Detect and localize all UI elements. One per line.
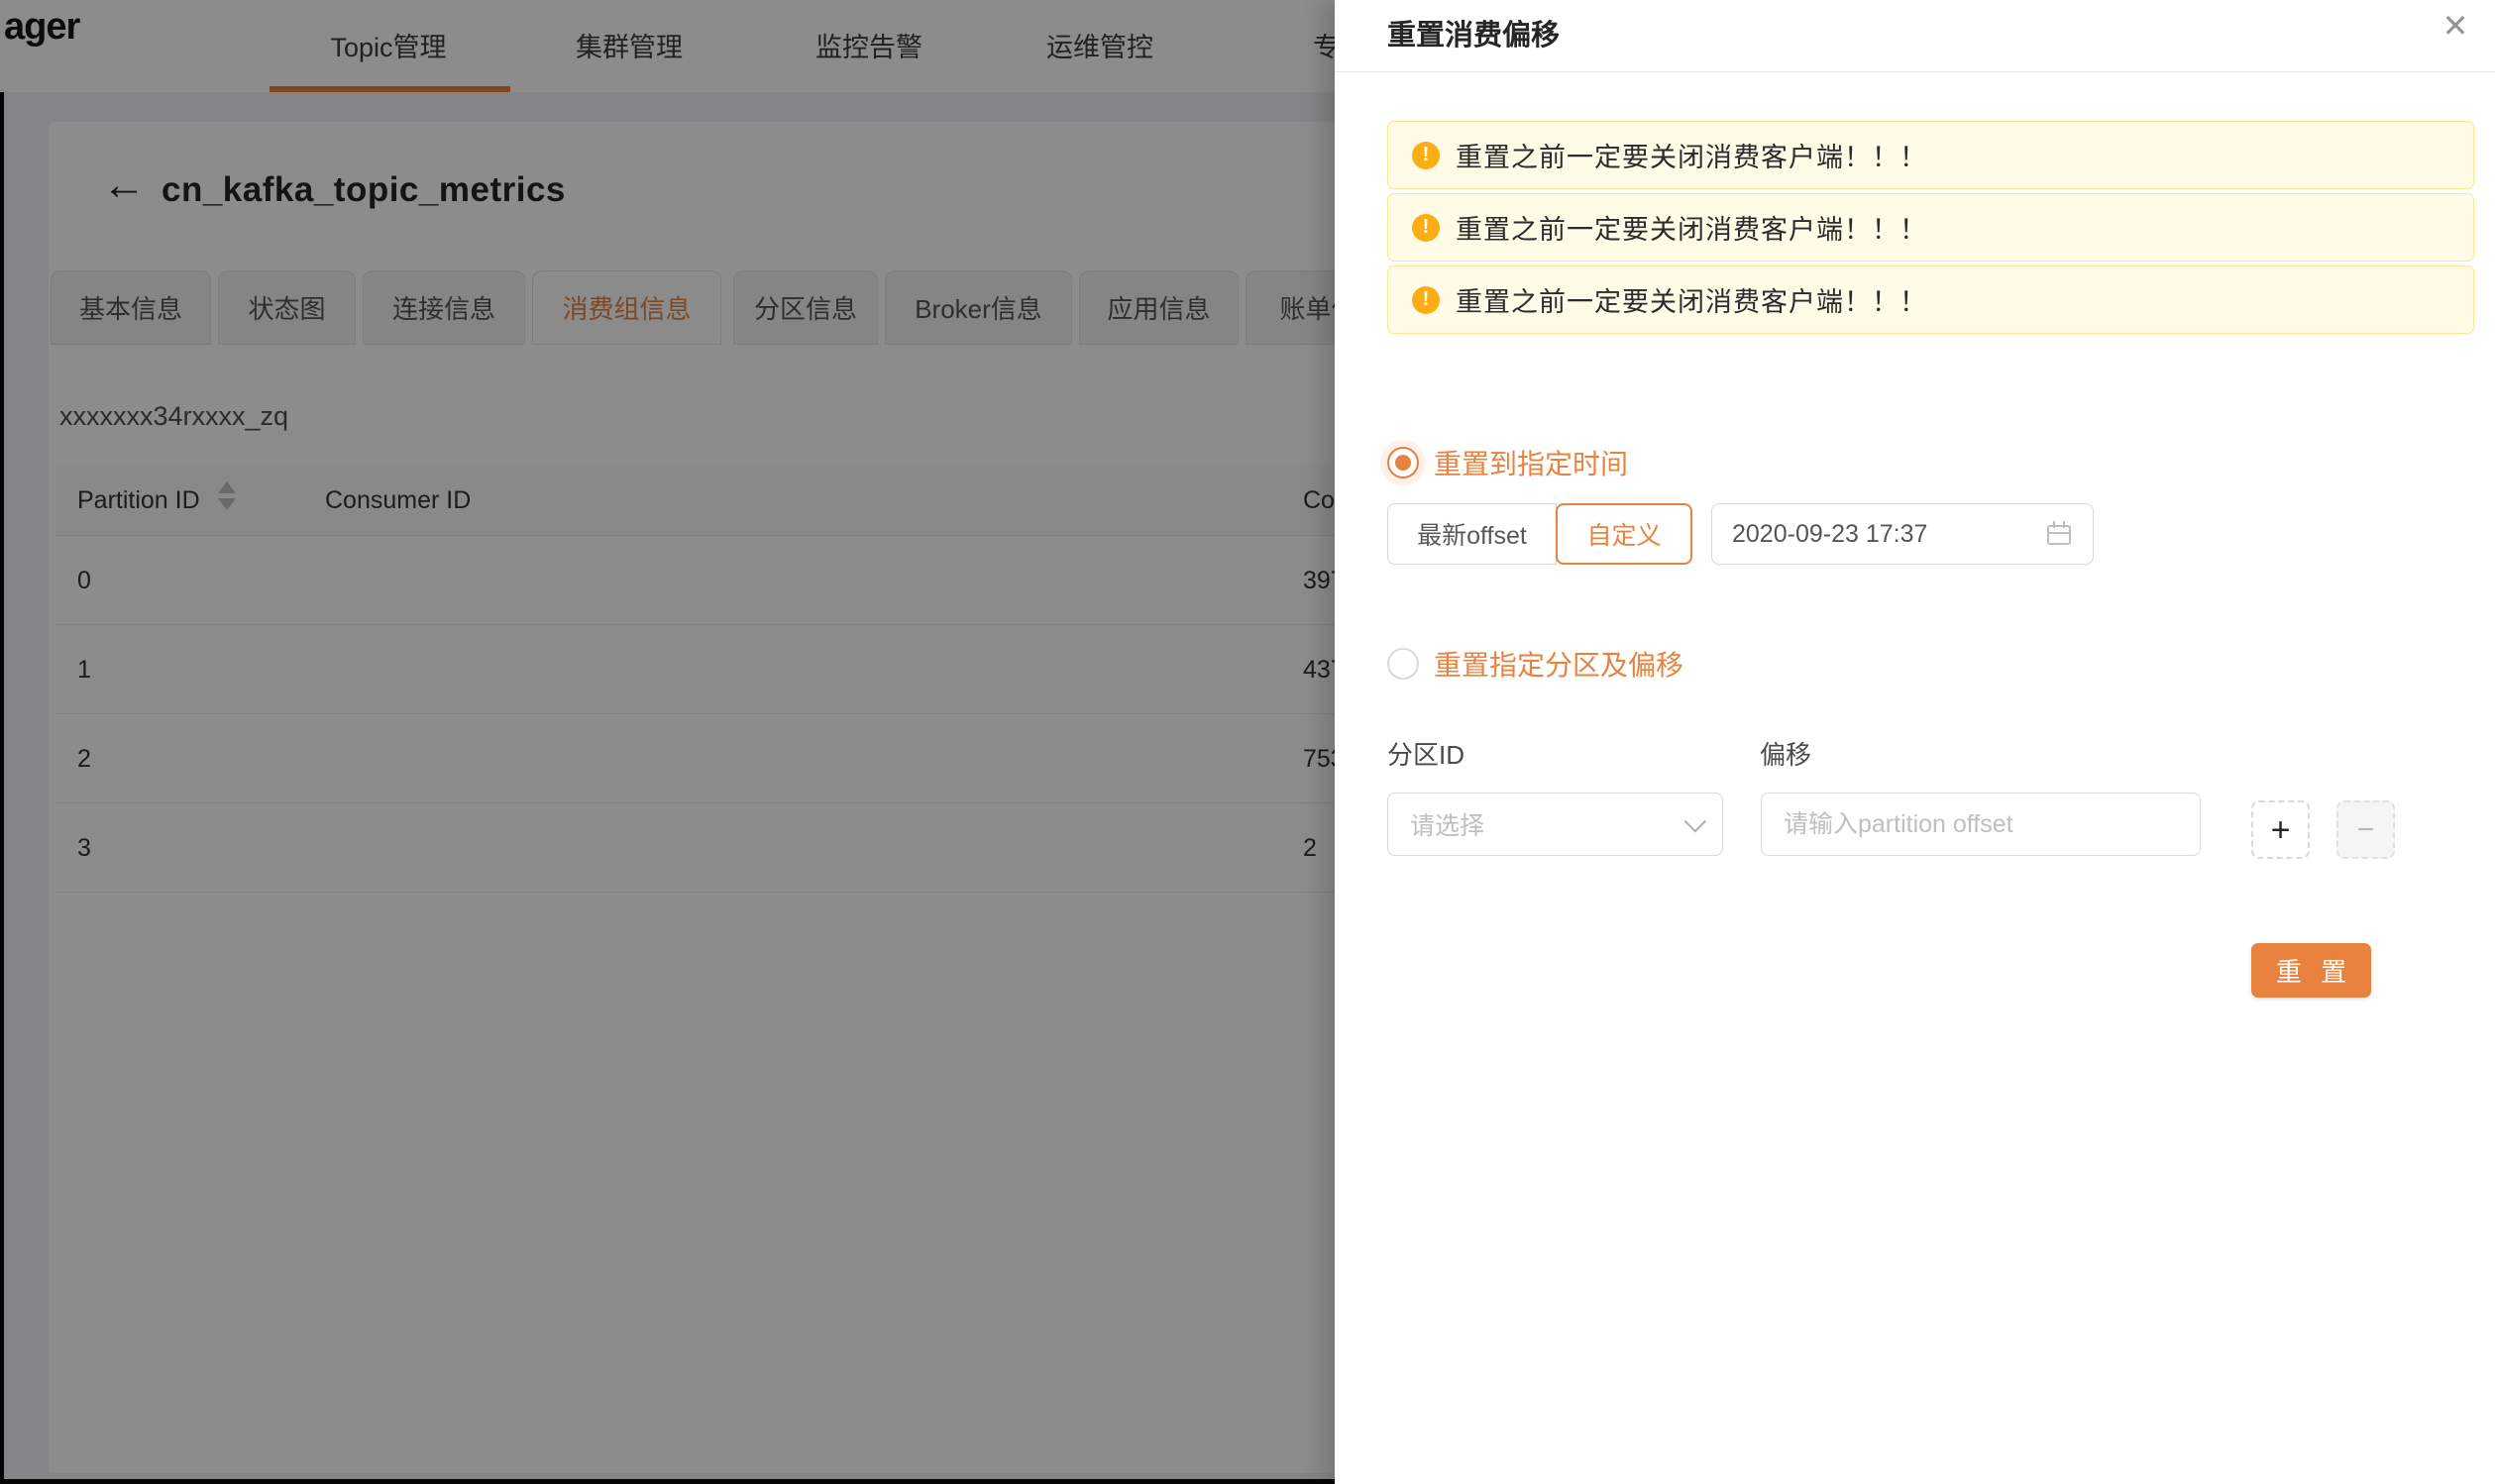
warning-icon: !	[1412, 214, 1440, 242]
chevron-down-icon	[1684, 810, 1707, 833]
warning-icon: !	[1412, 286, 1440, 314]
remove-row-button[interactable]: −	[2336, 800, 2395, 859]
partition-offset-input[interactable]	[1761, 793, 2201, 856]
warning-alert: ! 重置之前一定要关闭消费客户端！！！	[1387, 193, 2474, 262]
datetime-picker[interactable]	[1711, 503, 2094, 565]
select-placeholder: 请选择	[1410, 806, 1684, 842]
warning-alert: ! 重置之前一定要关闭消费客户端！！！	[1387, 121, 2474, 189]
reset-submit-button[interactable]: 重 置	[2251, 943, 2371, 998]
partition-select[interactable]: 请选择	[1387, 793, 1723, 856]
warning-icon: !	[1412, 142, 1440, 169]
warning-alert: ! 重置之前一定要关闭消费客户端！！！	[1387, 265, 2474, 334]
latest-offset-button[interactable]: 最新offset	[1387, 503, 1557, 565]
radio-unselected-icon[interactable]	[1387, 648, 1419, 680]
warning-text: 重置之前一定要关闭消费客户端！！！	[1456, 208, 1927, 247]
offset-label: 偏移	[1760, 735, 1811, 772]
radio-selected-icon[interactable]	[1387, 447, 1419, 478]
warning-text: 重置之前一定要关闭消费客户端！！！	[1456, 136, 1927, 174]
partition-id-label: 分区ID	[1387, 735, 1464, 772]
custom-offset-button[interactable]: 自定义	[1556, 503, 1692, 565]
reset-offset-drawer: 重置消费偏移 ✕ ! 重置之前一定要关闭消费客户端！！！ ! 重置之前一定要关闭…	[1335, 0, 2495, 1484]
warning-text: 重置之前一定要关闭消费客户端！！！	[1456, 280, 1927, 319]
radio-label: 重置指定分区及偏移	[1434, 644, 1683, 684]
window-bottom-edge	[0, 1479, 1335, 1484]
drawer-title: 重置消费偏移	[1387, 12, 1560, 53]
calendar-icon	[2047, 521, 2073, 547]
offset-mode-group: 最新offset 自定义	[1387, 503, 1692, 565]
radio-reset-partition[interactable]: 重置指定分区及偏移	[1387, 644, 1683, 684]
drawer-header: 重置消费偏移 ✕	[1335, 0, 2495, 72]
radio-label: 重置到指定时间	[1434, 443, 1628, 482]
close-icon[interactable]: ✕	[2432, 2, 2479, 50]
add-row-button[interactable]: +	[2251, 800, 2310, 859]
radio-reset-to-time[interactable]: 重置到指定时间	[1387, 443, 1628, 482]
window-left-edge	[0, 92, 4, 1484]
datetime-value[interactable]	[1732, 520, 2047, 549]
